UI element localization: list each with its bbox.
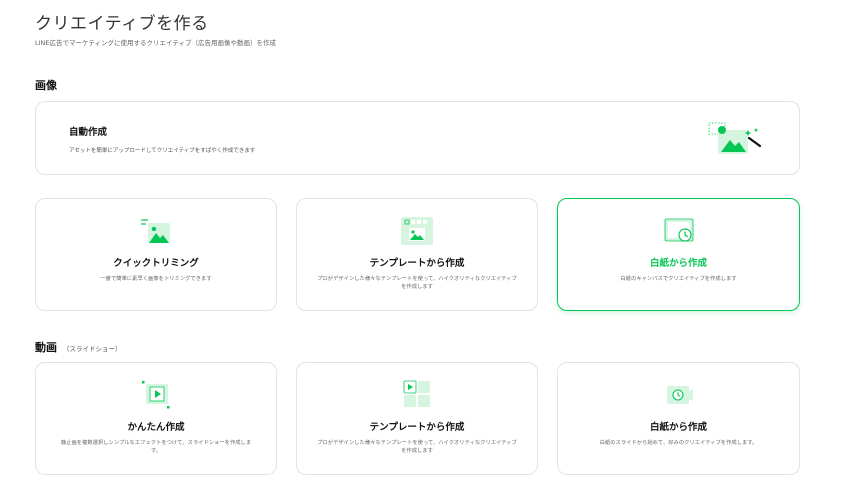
template-image-description: プロがデザインした様々なテンプレートを使って、ハイクオリティなクリエイティブを作…	[317, 276, 517, 291]
blank-canvas-icon	[661, 216, 697, 246]
section-title-video: 動画 （スライドショー）	[35, 339, 122, 355]
template-image-card[interactable]: テンプレートから作成 プロがデザインした様々なテンプレートを使って、ハイクオリテ…	[296, 198, 538, 311]
easy-slideshow-description: 静止画を複数選択しシンプルなエフェクトをつけて、スライドショーを作成します。	[60, 440, 252, 455]
easy-slideshow-card[interactable]: かんたん作成 静止画を複数選択しシンプルなエフェクトをつけて、スライドショーを作…	[35, 362, 277, 475]
template-video-card[interactable]: テンプレートから作成 プロがデザインした様々なテンプレートを使って、ハイクオリテ…	[296, 362, 538, 475]
section-title-image: 画像	[35, 79, 57, 92]
template-image-title: テンプレートから作成	[369, 258, 465, 269]
video-section-subtitle: （スライドショー）	[63, 345, 122, 353]
blank-canvas-title: 白紙から作成	[649, 258, 707, 269]
blank-slide-card[interactable]: 白紙から作成 白紙のスライドから始めて、好みのクリエイティブを作成します。	[557, 362, 800, 475]
template-video-title: テンプレートから作成	[369, 422, 465, 433]
page-title: クリエイティブを作る	[35, 14, 209, 34]
blank-slide-title: 白紙から作成	[649, 422, 707, 433]
page-subtitle: LINE広告でマーケティングに使用するクリエイティブ（広告用画像や動画）を作成	[35, 39, 276, 47]
auto-image-magic-icon	[708, 118, 764, 160]
template-image-icon	[399, 216, 435, 246]
auto-create-card[interactable]: 自動作成 アセットを簡単にアップロードしてクリエイティブをすばやく作成できます	[35, 101, 800, 175]
template-video-description: プロがデザインした様々なテンプレートを使って、ハイクオリティなクリエイティブを作…	[317, 440, 517, 455]
blank-slide-description: 白紙のスライドから始めて、好みのクリエイティブを作成します。	[599, 440, 758, 446]
blank-canvas-card[interactable]: 白紙から作成 白紙のキャンバスでクリエイティブを作成します	[557, 198, 800, 311]
video-section-title: 動画	[35, 341, 57, 354]
quick-trim-card[interactable]: クイックトリミング 一度で簡単に素早く画像をトリミングできます	[35, 198, 277, 311]
easy-slideshow-icon	[138, 380, 174, 410]
easy-slideshow-title: かんたん作成	[127, 422, 185, 433]
quick-trim-description: 一度で簡単に素早く画像をトリミングできます	[100, 276, 212, 282]
auto-create-title: 自動作成	[69, 127, 108, 138]
quick-trim-title: クイックトリミング	[113, 258, 199, 269]
template-video-icon	[399, 380, 435, 410]
blank-slide-icon	[661, 380, 697, 410]
auto-create-description: アセットを簡単にアップロードしてクリエイティブをすばやく作成できます	[69, 148, 256, 154]
quick-trim-icon	[138, 216, 174, 246]
blank-canvas-description: 白紙のキャンバスでクリエイティブを作成します	[620, 276, 737, 282]
